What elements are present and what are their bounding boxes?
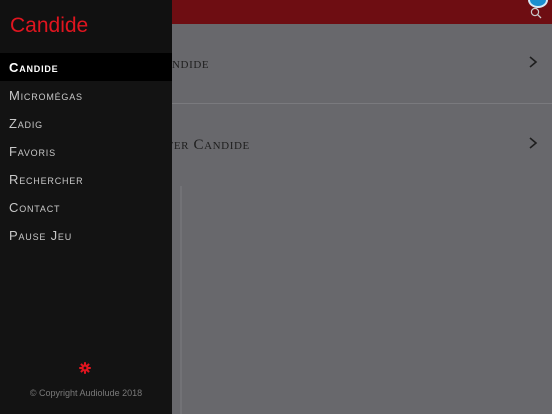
navigation-drawer: Candide Candide Micromégas Zadig Favoris… (0, 0, 172, 414)
menu-item-zadig[interactable]: Zadig (0, 109, 172, 137)
menu-item-candide[interactable]: Candide (0, 53, 172, 81)
menu-item-micromegas[interactable]: Micromégas (0, 81, 172, 109)
chevron-right-icon (529, 137, 538, 149)
gear-icon[interactable] (79, 362, 91, 374)
list-item-label: ndide (172, 56, 210, 72)
chevron-right-icon (529, 56, 538, 68)
menu-item-rechercher[interactable]: Rechercher (0, 165, 172, 193)
menu-item-contact[interactable]: Contact (0, 193, 172, 221)
menu-item-pause-jeu[interactable]: Pause Jeu (0, 221, 172, 249)
divider (180, 186, 182, 414)
list-item[interactable]: ndide (172, 24, 552, 104)
app-title: Candide (10, 14, 89, 37)
drawer-header: Candide (0, 0, 172, 53)
list-item[interactable]: uter Candide (158, 105, 552, 185)
menu-item-favoris[interactable]: Favoris (0, 137, 172, 165)
drawer-menu: Candide Micromégas Zadig Favoris Recherc… (0, 53, 172, 249)
topbar-actions (524, 0, 548, 24)
copyright-text: © Copyright Audiolude 2018 (29, 388, 143, 398)
search-icon[interactable] (530, 7, 542, 19)
